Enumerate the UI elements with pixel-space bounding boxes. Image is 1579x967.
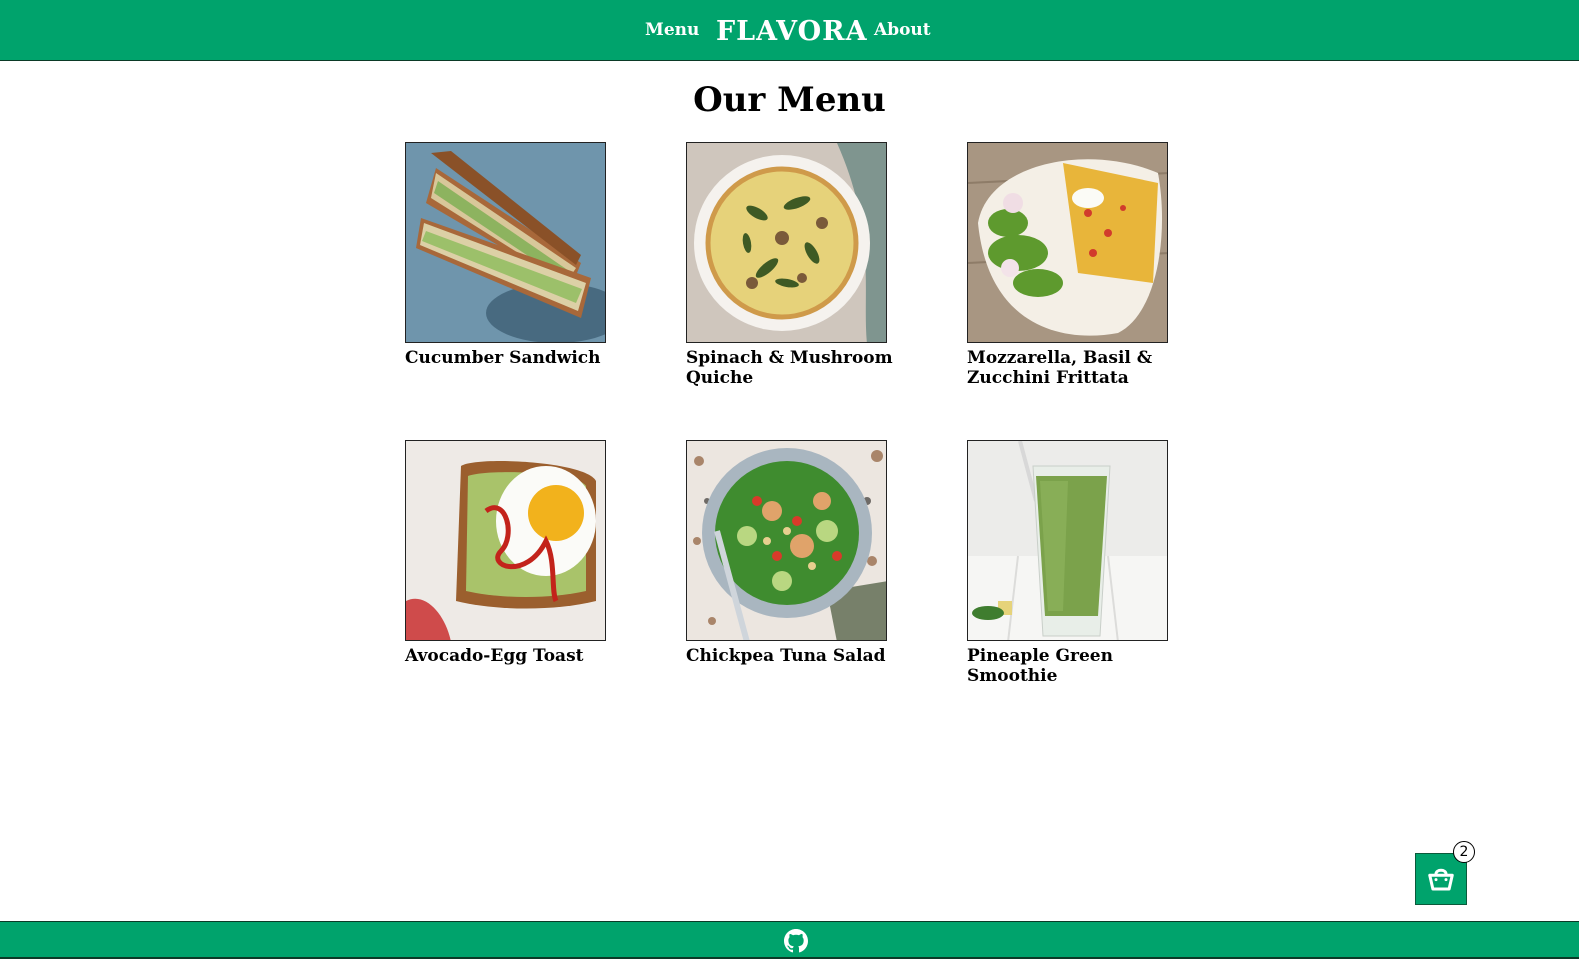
page-title: Our Menu <box>693 80 886 120</box>
menu-item-name: Mozzarella, Basil & Zucchini Frittata <box>967 348 1153 388</box>
site-header: Menu FLAVORA About <box>0 0 1579 61</box>
menu-item-name: Cucumber Sandwich <box>405 348 601 368</box>
menu-item-name: Spinach & Mushroom Quiche <box>686 348 893 388</box>
avocado-toast-image[interactable] <box>405 440 606 641</box>
quiche-image[interactable] <box>686 142 887 343</box>
menu-card[interactable]: Spinach & Mushroom Quiche <box>686 142 896 388</box>
github-link[interactable] <box>784 929 808 953</box>
menu-card[interactable]: Pineaple Green Smoothie <box>967 440 1177 686</box>
nav-about-link[interactable]: About <box>874 20 931 40</box>
site-footer <box>0 921 1579 959</box>
github-icon <box>784 929 808 953</box>
menu-card[interactable]: Chickpea Tuna Salad <box>686 440 896 666</box>
menu-item-name: Avocado-Egg Toast <box>405 646 584 666</box>
frittata-image[interactable] <box>967 142 1168 343</box>
menu-item-name: Chickpea Tuna Salad <box>686 646 886 666</box>
cucumber-sandwich-image[interactable] <box>405 142 606 343</box>
menu-card[interactable]: Cucumber Sandwich <box>405 142 615 368</box>
menu-item-name: Pineaple Green Smoothie <box>967 646 1113 686</box>
shopping-bag-icon <box>1428 868 1454 891</box>
brand-logo[interactable]: FLAVORA <box>716 16 868 48</box>
cart-count-badge: 2 <box>1453 841 1475 863</box>
nav-menu-link[interactable]: Menu <box>645 20 699 40</box>
menu-card[interactable]: Mozzarella, Basil & Zucchini Frittata <box>967 142 1177 388</box>
green-smoothie-image[interactable] <box>967 440 1168 641</box>
tuna-salad-image[interactable] <box>686 440 887 641</box>
menu-card[interactable]: Avocado-Egg Toast <box>405 440 615 666</box>
